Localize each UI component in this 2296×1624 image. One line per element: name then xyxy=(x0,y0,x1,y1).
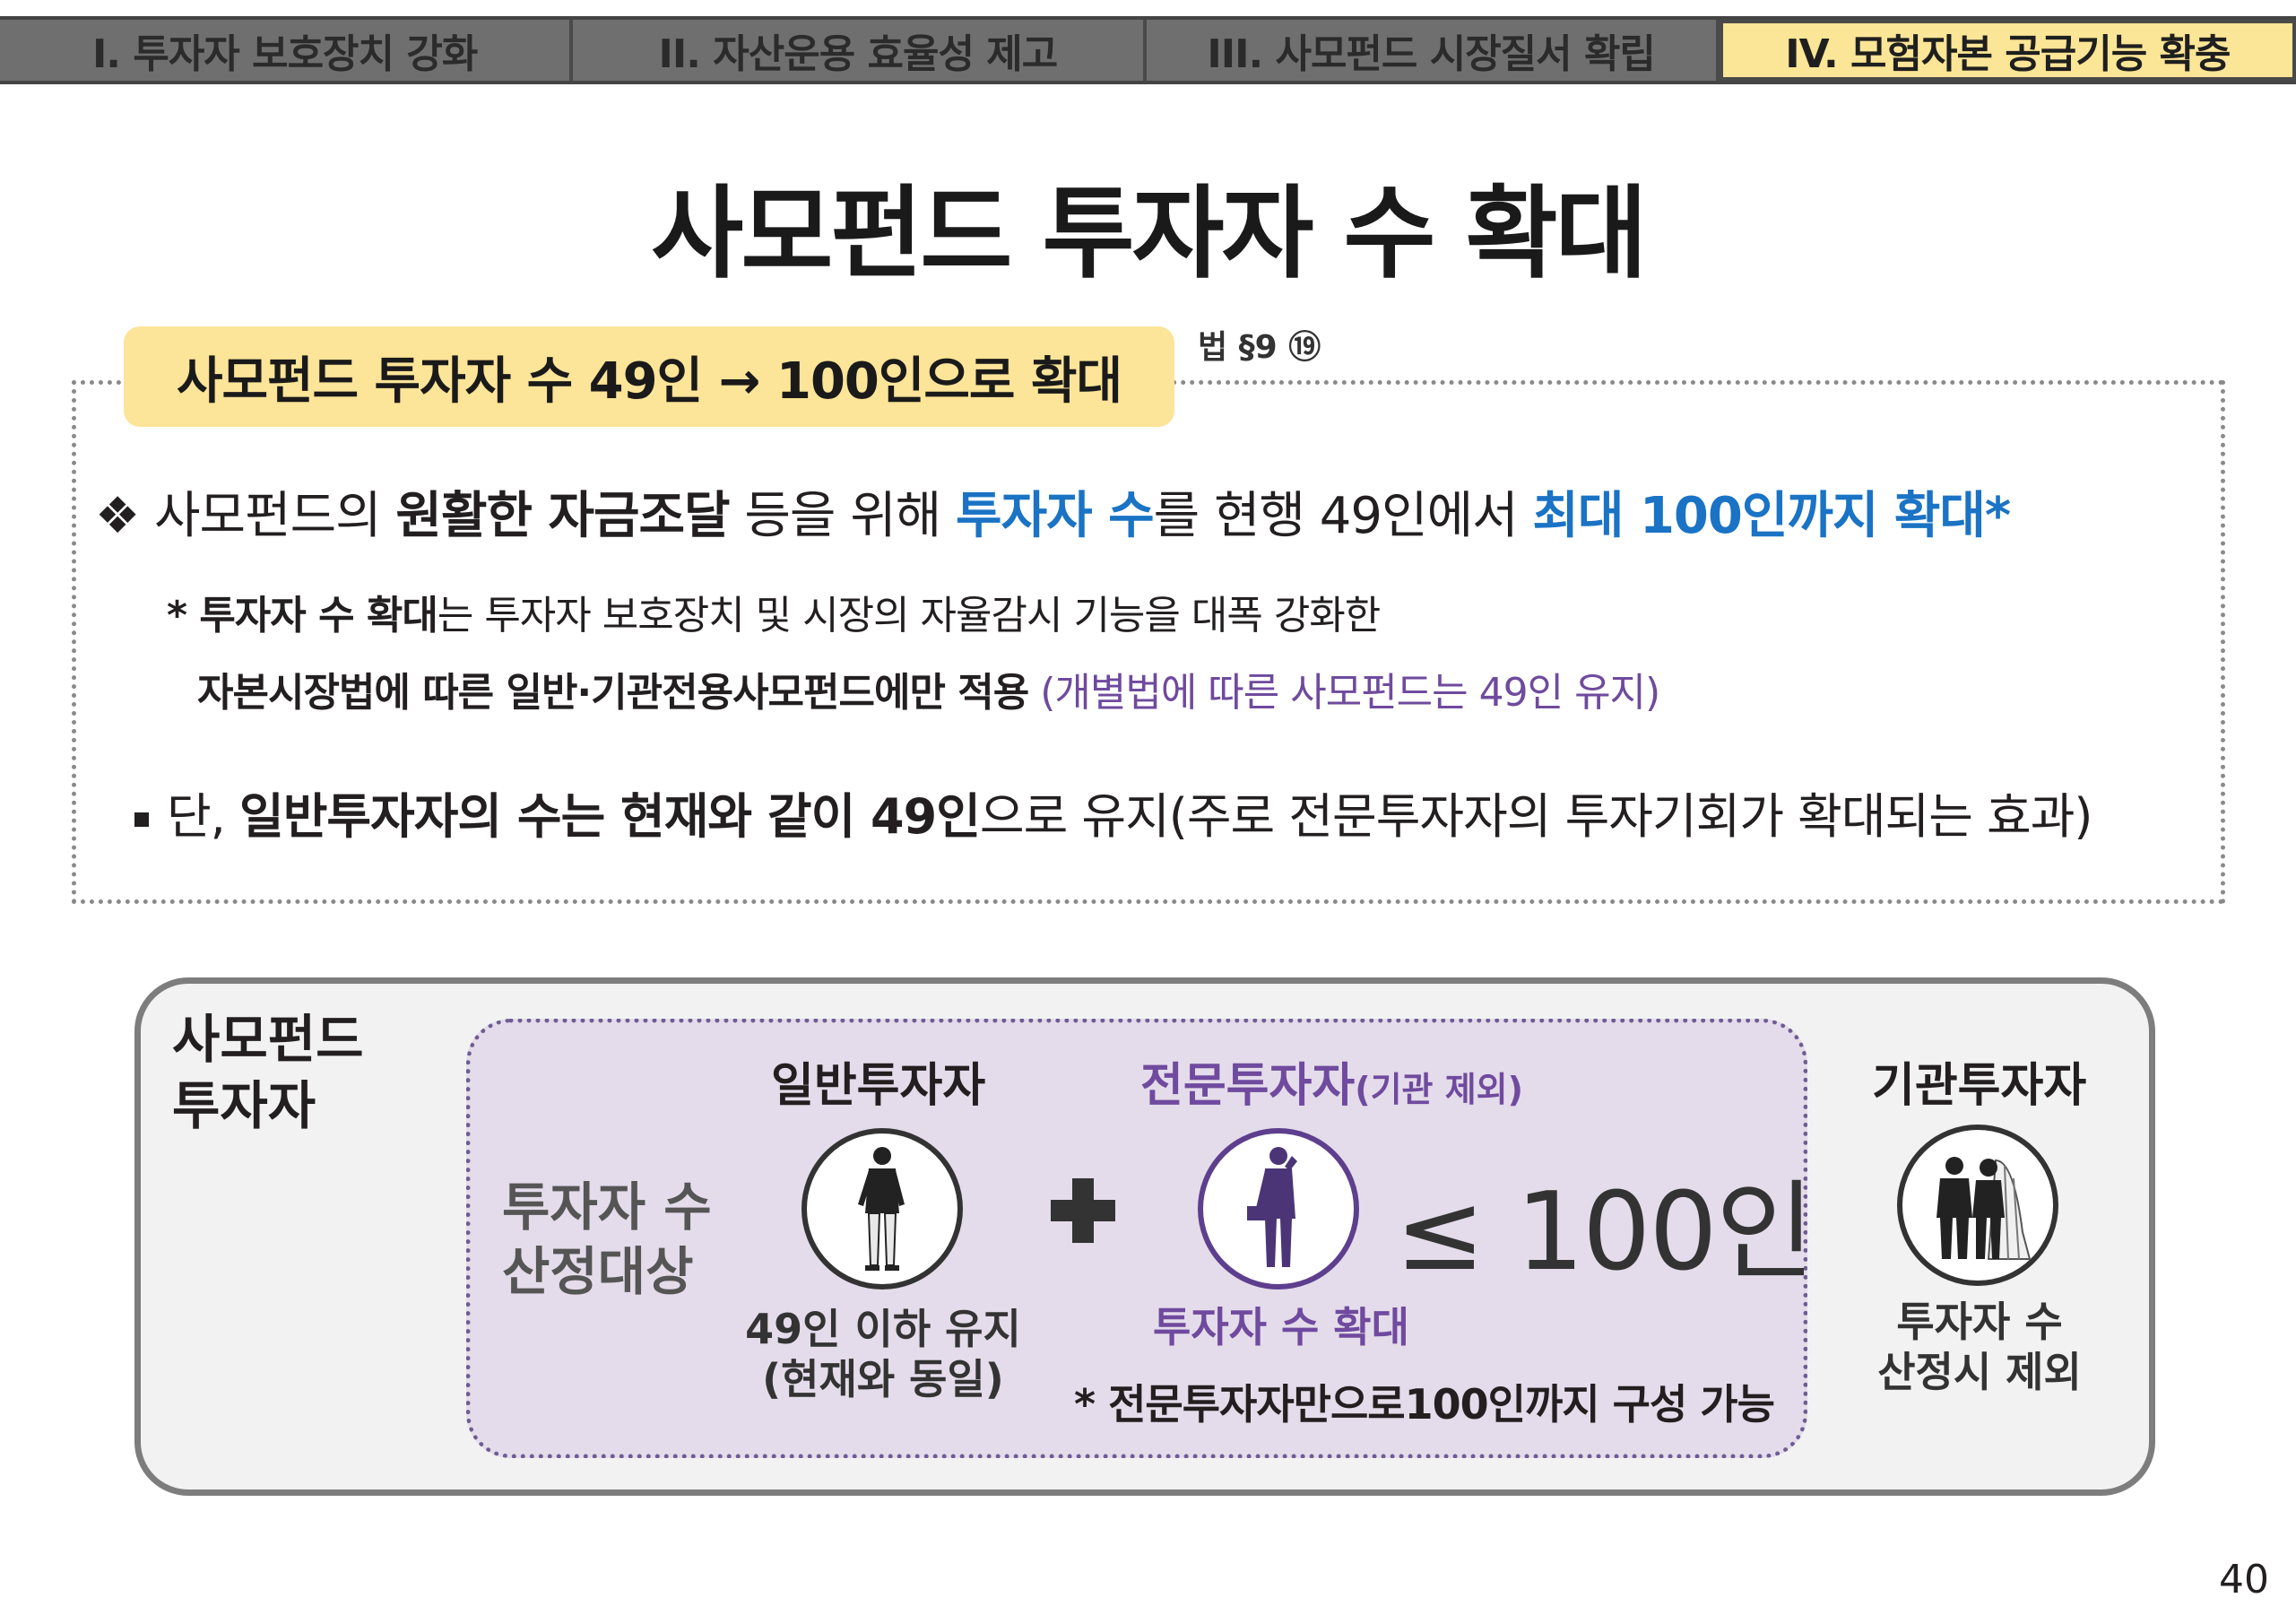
statement-emphasis: 원활한 자금조달 xyxy=(395,487,730,545)
tab-investor-protection[interactable]: I. 투자자 보호장치 강화 xyxy=(0,20,574,81)
footnote-emphasis: * 투자자 수 확대 xyxy=(167,593,438,638)
counted-label: 투자자 수 산정대상 xyxy=(502,1175,712,1304)
counted-label-line: 투자자 수 xyxy=(502,1177,712,1238)
institutional-investor-sub: 투자자 수 산정시 제외 xyxy=(1845,1297,2114,1397)
statement-text: 등을 위해 xyxy=(729,487,957,545)
footnote-purple: (개별법에 따른 사모펀드는 49인 유지) xyxy=(1028,670,1660,716)
professional-investor-title: 전문투자자 xyxy=(1140,1059,1356,1113)
general-investor-sub-line: (현재와 동일) xyxy=(762,1355,1004,1403)
headline-pill: 사모펀드 투자자 수 49인 → 100인으로 확대 xyxy=(124,326,1174,427)
general-investor-heading: 일반투자자 xyxy=(771,1059,986,1113)
diagram-label-line: 투자자 xyxy=(172,1075,316,1136)
investor-limit: ≤ 100인 xyxy=(1395,1170,1815,1295)
footnote-emphasis: 자본시장법에 따른 일반·기관전용사모펀드에만 적용 xyxy=(197,670,1029,716)
main-statement: ❖ 사모펀드의 원활한 자금조달 등을 위해 투자자 수를 현행 49인에서 최… xyxy=(95,475,2229,548)
professional-investor-heading: 전문투자자(기관 제외) xyxy=(1140,1047,1523,1115)
diagram-label: 사모펀드 투자자 xyxy=(172,1006,363,1139)
tab-asset-management[interactable]: II. 자산운용 효율성 제고 xyxy=(573,20,1147,81)
page-title: 사모펀드 투자자 수 확대 xyxy=(651,176,1647,292)
statement-highlight: 투자자 수 xyxy=(956,487,1155,545)
diamond-bullet-icon: ❖ xyxy=(95,487,140,545)
statement-text: 으로 유지(주로 전문투자자의 투자기회가 확대되는 효과) xyxy=(979,788,2093,845)
tab-venture-capital[interactable]: IV. 모험자본 공급기능 확충 xyxy=(1719,20,2296,81)
footnote-line-1: * 투자자 수 확대는 투자자 보호장치 및 시장의 자율감시 기능을 대폭 강… xyxy=(167,583,1381,640)
person-casual-icon xyxy=(858,1147,905,1271)
statement-text: 단, xyxy=(167,788,240,845)
counted-label-line: 산정대상 xyxy=(502,1241,694,1302)
institutional-investor-sub-line: 산정시 제외 xyxy=(1877,1348,2082,1396)
professional-investor-note: * 전문투자자만으로100인까지 구성 가능 xyxy=(1074,1380,1775,1429)
statement-text: 사모펀드의 xyxy=(154,487,396,545)
statement-text: 를 현행 49인에서 xyxy=(1153,487,1533,545)
statement-highlight: 최대 100인까지 확대* xyxy=(1532,487,2011,545)
general-investor-circle xyxy=(801,1128,963,1290)
page-number: 40 xyxy=(2219,1557,2269,1602)
professional-investor-sub: 투자자 수 확대 xyxy=(1153,1303,1409,1351)
tab-market-order[interactable]: III. 사모펀드 시장질서 확립 xyxy=(1146,20,1720,81)
businessman-phone-icon xyxy=(1247,1147,1297,1267)
business-people-icon xyxy=(1936,1157,2032,1260)
diagram-label-line: 사모펀드 xyxy=(172,1009,364,1070)
footnote-line-2: 자본시장법에 따른 일반·기관전용사모펀드에만 적용 (개별법에 따른 사모펀드… xyxy=(197,660,1660,717)
institutional-investor-sub-line: 투자자 수 xyxy=(1896,1298,2063,1346)
statement-emphasis: 일반투자자의 수는 현재와 같이 49인 xyxy=(239,788,981,845)
footnote-text: 는 투자자 보호장치 및 시장의 자율감시 기능을 대폭 강화한 xyxy=(437,593,1381,638)
square-bullet-icon xyxy=(134,812,149,828)
section-tabs: I. 투자자 보호장치 강화 II. 자산운용 효율성 제고 III. 사모펀드… xyxy=(0,16,2296,84)
general-investor-sub: 49인 이하 유지 (현재와 동일) xyxy=(744,1304,1022,1404)
law-reference: 법 §9 ⑲ xyxy=(1198,329,1321,366)
professional-investor-suffix: (기관 제외) xyxy=(1355,1070,1524,1109)
general-investor-sub-line: 49인 이하 유지 xyxy=(745,1305,1021,1353)
professional-investor-circle xyxy=(1198,1128,1359,1290)
institutional-investor-circle xyxy=(1897,1125,2058,1286)
plus-icon xyxy=(1051,1178,1115,1243)
institutional-investor-heading: 기관투자자 xyxy=(1872,1059,2087,1113)
general-investor-statement: 단, 일반투자자의 수는 현재와 같이 49인으로 유지(주로 전문투자자의 투… xyxy=(134,777,2092,847)
